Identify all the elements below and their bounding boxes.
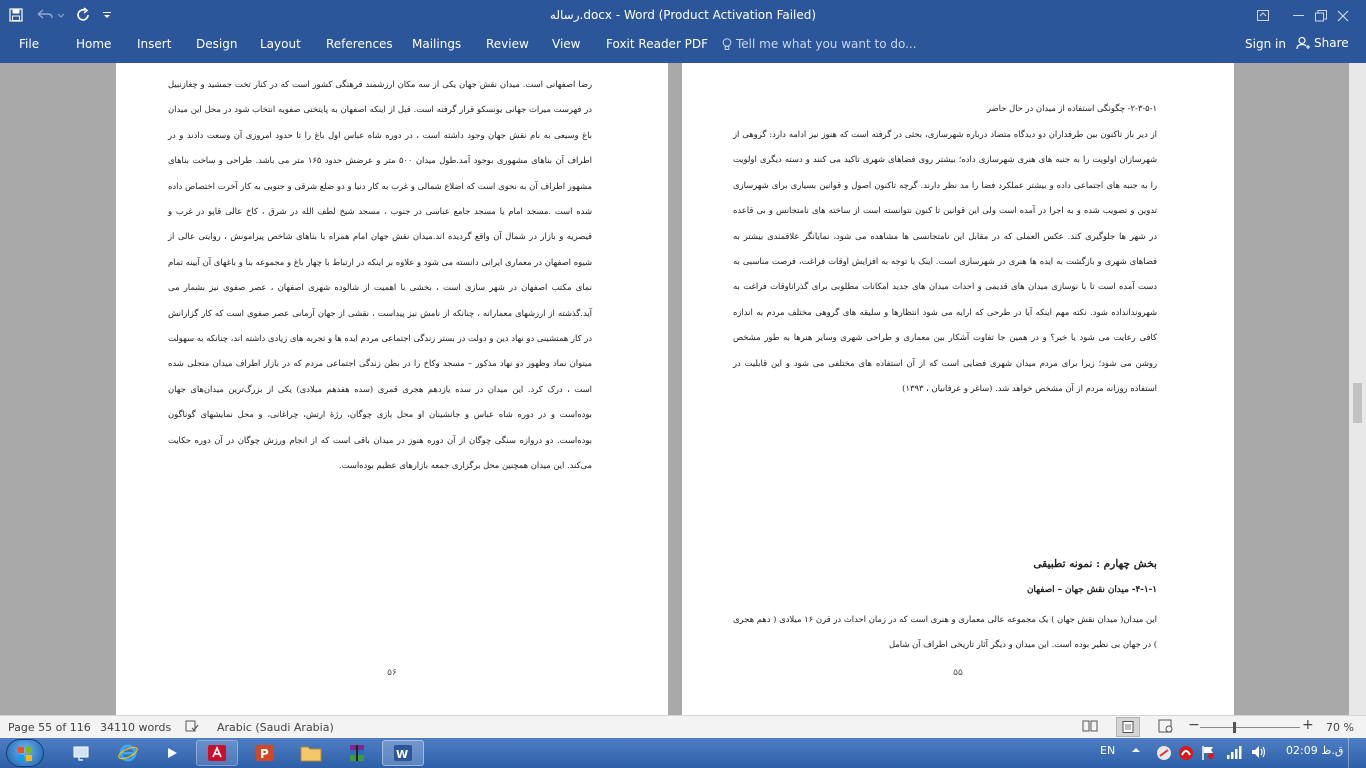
svg-text:P: P <box>260 747 269 761</box>
svg-text:W: W <box>396 748 408 761</box>
language-indicator[interactable]: Arabic (Saudi Arabia) <box>217 721 334 734</box>
antivirus-tray-icon[interactable] <box>1178 745 1194 764</box>
show-desktop-icon[interactable] <box>68 740 96 766</box>
page-55-section-block: بخش چهارم : نمونه تطبیقی ۴-۱-۱- میدان نق… <box>733 554 1157 658</box>
page-count[interactable]: Page 55 of 116 <box>8 721 91 734</box>
tab-file[interactable]: File <box>19 37 39 51</box>
word-taskbar-button[interactable]: W <box>382 740 424 766</box>
ribbon-tabs: File Home Insert Design Layout Reference… <box>0 31 1366 63</box>
powerpoint-taskbar-button[interactable]: P <box>244 740 286 766</box>
section-subtitle: ۴-۱-۱- میدان نقش جهان – اصفهان <box>1026 585 1157 595</box>
action-center-flag-icon[interactable] <box>1201 745 1215 764</box>
clock[interactable]: 02:09 ق.ظ <box>1286 744 1343 757</box>
tab-layout[interactable]: Layout <box>260 37 301 51</box>
page-number: ۵۵ <box>953 668 963 678</box>
vertical-scrollbar[interactable] <box>1349 63 1366 715</box>
page-56[interactable]: رضا اصفهانی است. میدان نقش جهان یکی از س… <box>116 63 668 715</box>
tab-references[interactable]: References <box>326 37 393 51</box>
zoom-in-icon[interactable]: + <box>1302 717 1314 733</box>
section-title: بخش چهارم : نمونه تطبیقی <box>1033 558 1157 570</box>
zoom-out-icon[interactable]: − <box>1188 717 1200 733</box>
title-bar: رساله.docx - Word (Product Activation Fa… <box>0 0 1366 31</box>
volume-icon[interactable] <box>1251 745 1267 762</box>
taskbar: P W EN 02:09 ق.ظ <box>0 738 1366 768</box>
zoom-slider[interactable] <box>1200 727 1300 728</box>
media-player-icon[interactable] <box>160 740 184 766</box>
tab-home[interactable]: Home <box>76 37 111 51</box>
word-count[interactable]: 34110 words <box>100 721 171 734</box>
zoom-level[interactable]: 70 % <box>1326 721 1354 734</box>
start-button[interactable] <box>6 739 44 767</box>
web-layout-icon[interactable] <box>1158 719 1174 736</box>
tab-design[interactable]: Design <box>196 37 237 51</box>
section-body-text: این میدان( میدان نقش جهان ) یک مجموعه عا… <box>733 614 1157 650</box>
internet-explorer-icon[interactable] <box>114 740 142 766</box>
tab-foxit-reader-pdf[interactable]: Foxit Reader PDF <box>606 37 708 51</box>
status-bar: Page 55 of 116 34110 words Arabic (Saudi… <box>0 715 1366 738</box>
zoom-slider-knob[interactable] <box>1233 722 1236 733</box>
lightbulb-icon <box>722 37 732 50</box>
tab-review[interactable]: Review <box>486 37 529 51</box>
document-area[interactable]: رضا اصفهانی است. میدان نقش جهان یکی از س… <box>0 63 1366 715</box>
read-mode-icon[interactable] <box>1082 719 1098 736</box>
page-55-top-block: ۲-۳-۵-۱- چگونگی استفاده از میدان در حال … <box>733 99 1157 401</box>
winrar-taskbar-button[interactable] <box>336 740 378 766</box>
close-icon[interactable] <box>1320 0 1366 31</box>
document-title: رساله.docx - Word (Product Activation Fa… <box>549 8 817 22</box>
tab-view[interactable]: View <box>552 37 580 51</box>
tab-insert[interactable]: Insert <box>137 37 171 51</box>
tab-mailings[interactable]: Mailings <box>412 37 461 51</box>
page-number: ۵۶ <box>387 668 397 678</box>
page-55-body-text: از دیر باز تاکنون بین طرفداران دو دیدگاه… <box>733 129 1157 394</box>
acrobat-taskbar-button[interactable] <box>196 740 238 766</box>
share-label: Share <box>1314 36 1349 50</box>
file-explorer-taskbar-button[interactable] <box>290 740 332 766</box>
print-layout-icon[interactable] <box>1116 717 1140 737</box>
sign-in-link[interactable]: Sign in <box>1245 37 1286 51</box>
show-desktop-button[interactable] <box>1348 738 1366 768</box>
page-55[interactable]: ۲-۳-۵-۱- چگونگی استفاده از میدان در حال … <box>682 63 1234 715</box>
subsection-heading: ۲-۳-۵-۱- چگونگی استفاده از میدان در حال … <box>986 103 1157 113</box>
share-person-icon <box>1296 36 1310 50</box>
tell-me-search[interactable]: Tell me what you want to do... <box>722 37 917 51</box>
scrollbar-thumb[interactable] <box>1353 383 1362 423</box>
page-56-body-text: رضا اصفهانی است. میدان نقش جهان یکی از س… <box>168 79 592 471</box>
tray-app-icon[interactable] <box>1156 745 1172 764</box>
tell-me-text: Tell me what you want to do... <box>736 37 917 51</box>
network-icon[interactable] <box>1226 745 1242 762</box>
input-language[interactable]: EN <box>1100 744 1115 757</box>
show-hidden-icons-icon[interactable] <box>1131 745 1141 758</box>
proofing-icon[interactable] <box>185 719 199 736</box>
share-button[interactable]: Share <box>1296 36 1349 50</box>
